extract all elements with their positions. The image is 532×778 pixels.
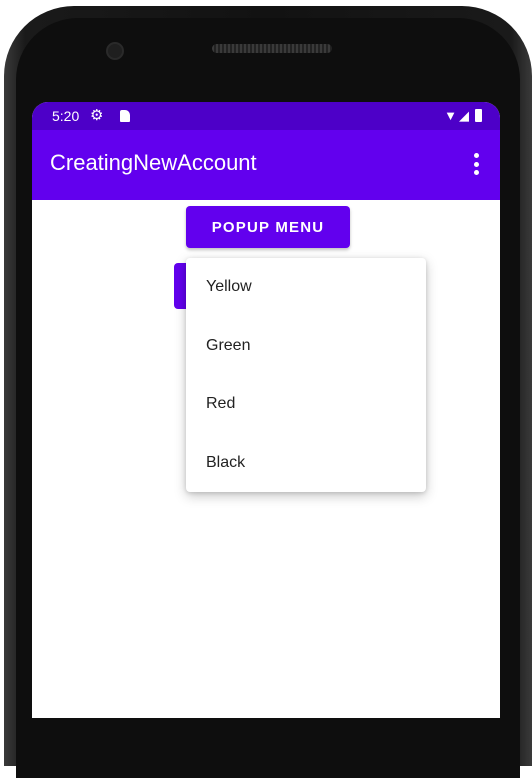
battery-icon	[475, 109, 482, 122]
front-camera-icon	[106, 42, 124, 60]
status-icons: ▼◢	[444, 108, 482, 124]
overflow-menu-icon[interactable]	[464, 150, 488, 178]
menu-item-yellow[interactable]: Yellow	[186, 258, 426, 317]
popup-menu: Yellow Green Red Black	[186, 258, 426, 492]
menu-item-red[interactable]: Red	[186, 375, 426, 434]
device-screen: 5:20 ⚙ ▼◢ CreatingNewAccount POPUP MENU …	[32, 102, 500, 718]
settings-gear-icon: ⚙	[90, 107, 104, 124]
status-time: 5:20	[52, 108, 80, 124]
device-frame: 5:20 ⚙ ▼◢ CreatingNewAccount POPUP MENU …	[0, 0, 532, 778]
popup-menu-button[interactable]: POPUP MENU	[186, 206, 350, 248]
wifi-signal-icon: ▼◢	[444, 108, 471, 123]
app-title: CreatingNewAccount	[50, 150, 257, 175]
menu-item-green[interactable]: Green	[186, 317, 426, 376]
app-bar: CreatingNewAccount	[32, 130, 500, 200]
sd-card-icon	[120, 110, 130, 122]
earpiece-speaker	[212, 44, 332, 53]
menu-item-black[interactable]: Black	[186, 434, 426, 493]
status-bar: 5:20 ⚙ ▼◢	[32, 102, 500, 130]
